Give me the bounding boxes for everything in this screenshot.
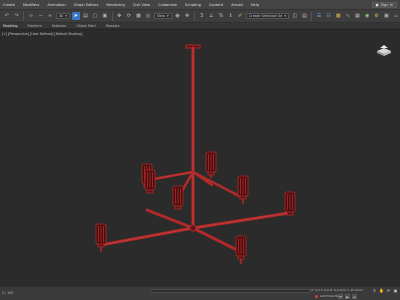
- ribbon-tabs: Modeling Freeform Selection Object Paint…: [0, 23, 400, 29]
- play-icon[interactable]: ▶: [345, 294, 350, 299]
- reference-coordinate-value: View: [156, 14, 165, 18]
- selection-filter-value: All: [59, 14, 64, 18]
- menu-bar: Create Modifiers Animation Graph Editors…: [0, 0, 400, 10]
- angle-snap-icon[interactable]: ∠: [208, 12, 216, 20]
- window-crossing-icon[interactable]: ▣: [101, 12, 109, 20]
- spinner-snap-icon[interactable]: ⇕: [227, 12, 235, 20]
- placement-icon[interactable]: ◎: [144, 12, 152, 20]
- tab-freeform[interactable]: Freeform: [28, 24, 42, 28]
- render-production-icon[interactable]: ☕: [392, 12, 400, 20]
- snap-toggle-icon[interactable]: 3: [198, 12, 206, 20]
- menu-scripting[interactable]: Scripting: [185, 3, 201, 7]
- toggle-ribbon-icon[interactable]: ▩: [334, 12, 342, 20]
- material-editor-icon[interactable]: ◉: [363, 12, 371, 20]
- menu-create[interactable]: Create: [3, 3, 15, 7]
- mirror-icon[interactable]: ◫: [291, 12, 299, 20]
- select-object-icon[interactable]: ➤: [72, 12, 80, 20]
- named-selection-icon[interactable]: ✐: [236, 12, 244, 20]
- region-select-icon[interactable]: ▢: [91, 12, 99, 20]
- undo-icon[interactable]: ↶: [3, 12, 11, 20]
- status-bar: 0 / 100 X: 0.0 Y: 0.0 Z: 0.0 Grid = 10.0…: [0, 286, 400, 300]
- menu-civil-view[interactable]: Civil View: [133, 3, 150, 7]
- rotate-icon[interactable]: ⟳: [125, 12, 133, 20]
- move-icon[interactable]: ✥: [115, 12, 123, 20]
- rendered-frame-window-icon[interactable]: ▣: [383, 12, 391, 20]
- curve-editor-icon[interactable]: ∿: [344, 12, 352, 20]
- align-icon[interactable]: ▤: [301, 12, 309, 20]
- render-setup-icon[interactable]: ⚙: [373, 12, 381, 20]
- menu-help[interactable]: Help: [251, 3, 259, 7]
- chevron-down-icon: ▾: [284, 14, 287, 18]
- chandelier-model[interactable]: [0, 30, 400, 286]
- selection-filter-dropdown[interactable]: All ▾: [56, 13, 70, 19]
- sign-in-label: Sign In: [380, 3, 393, 7]
- toolbar-divider: [23, 11, 25, 21]
- tab-object-paint[interactable]: Object Paint: [76, 24, 95, 28]
- timeline-slider[interactable]: [150, 289, 310, 293]
- tab-populate[interactable]: Populate: [106, 24, 120, 28]
- menu-customize[interactable]: Customize: [158, 3, 177, 7]
- layer-explorer-icon[interactable]: ☷: [325, 12, 333, 20]
- main-toolbar: ↶ ↷ ∞ ∼ ≈ All ▾ ➤ ▤ ▢ ▣ ✥ ⟳ ▩ ◎ View ▾ ◉…: [0, 10, 400, 23]
- menu-content[interactable]: Content: [209, 3, 223, 7]
- toolbar-divider: [193, 11, 195, 21]
- maximize-viewport-icon[interactable]: ▣: [393, 288, 398, 293]
- playback-controls: ⏮ ▶ ⏭: [338, 294, 357, 299]
- percent-snap-icon[interactable]: %: [217, 12, 225, 20]
- go-to-end-icon[interactable]: ⏭: [352, 294, 357, 299]
- menu-graph-editors[interactable]: Graph Editors: [74, 3, 99, 7]
- zoom-icon[interactable]: ⚲: [372, 288, 377, 293]
- frame-counter: 0 / 100: [2, 291, 14, 295]
- add-time-tag-button[interactable]: Add Time Tag: [315, 294, 340, 298]
- reference-coordinate-dropdown[interactable]: View ▾: [153, 13, 172, 19]
- sign-in-button[interactable]: ● Sign In: [371, 2, 397, 8]
- viewport-navigation: ⚲ ✋ ⟳ ▣: [372, 288, 398, 293]
- select-by-name-icon[interactable]: ▤: [82, 12, 90, 20]
- unlink-icon[interactable]: ∼: [37, 12, 45, 20]
- toolbar-divider: [311, 11, 313, 21]
- orbit-icon[interactable]: ⟳: [386, 288, 391, 293]
- tab-modeling[interactable]: Modeling: [3, 24, 18, 28]
- toolbar-divider: [111, 11, 113, 21]
- named-selection-sets-value: Create Selection Se: [249, 14, 283, 18]
- coordinate-readout: X: 0.0 Y: 0.0 Z: 0.0 Grid = 10.0mm: [311, 288, 363, 292]
- menu-rendering[interactable]: Rendering: [106, 3, 124, 7]
- manipulate-icon[interactable]: ❖: [183, 12, 191, 20]
- menu-arnold[interactable]: Arnold: [231, 3, 243, 7]
- named-selection-sets-dropdown[interactable]: Create Selection Se ▾: [246, 13, 290, 19]
- go-to-start-icon[interactable]: ⏮: [338, 294, 343, 299]
- scene-explorer-icon[interactable]: ☰: [315, 12, 323, 20]
- pan-icon[interactable]: ✋: [379, 288, 384, 293]
- user-icon: ●: [375, 3, 379, 7]
- chevron-down-icon: ▾: [167, 14, 169, 18]
- menu-modifiers[interactable]: Modifiers: [23, 3, 39, 7]
- menu-animation[interactable]: Animation: [47, 3, 65, 7]
- chevron-down-icon: ▾: [65, 14, 67, 18]
- key-icon: [315, 294, 318, 298]
- pivot-center-icon[interactable]: ◉: [174, 12, 182, 20]
- tab-selection[interactable]: Selection: [52, 24, 67, 28]
- perspective-viewport[interactable]: [+] [Perspective] [User Defined] [Defaul…: [0, 30, 400, 286]
- link-icon[interactable]: ∞: [27, 12, 35, 20]
- redo-icon[interactable]: ↷: [13, 12, 21, 20]
- bind-spacewarp-icon[interactable]: ≈: [46, 12, 54, 20]
- scale-icon[interactable]: ▩: [135, 12, 143, 20]
- schematic-view-icon[interactable]: ▦: [354, 12, 362, 20]
